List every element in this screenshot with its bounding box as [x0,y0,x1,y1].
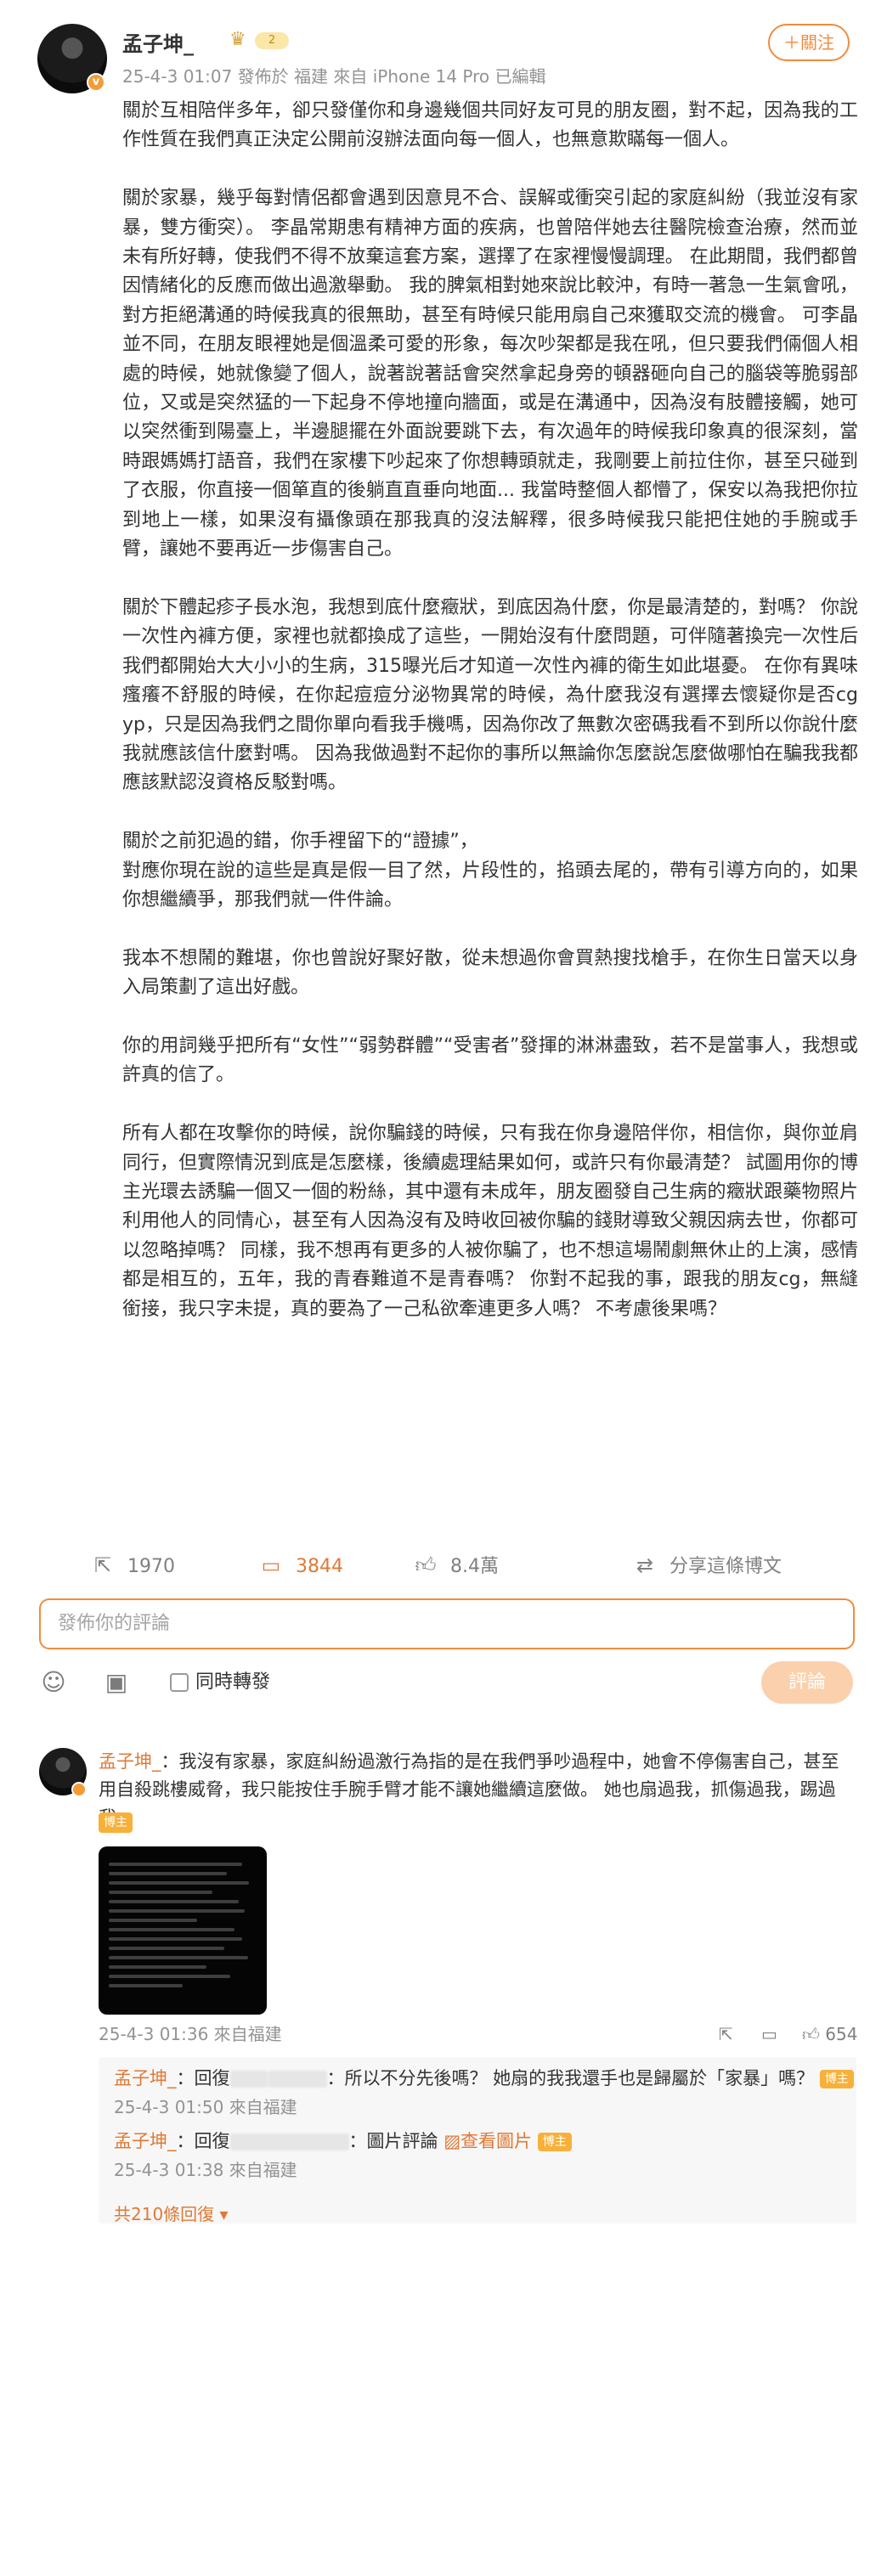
comment-button[interactable]: ▭ 3844 [258,1544,343,1587]
post-paragraph: 關於之前犯過的錯，你手裡留下的“證據”， 對應你現在說的這些是真是假一目了然，片… [122,831,858,910]
comment-like-button[interactable]: 👍︎ 654 [802,2021,857,2047]
level-badge: 2 [255,32,289,49]
comment-meta: 25-4-3 01:36 來自福建 [99,2024,282,2044]
reply-prefix: ：回復 [176,2131,230,2151]
reply-text: ：所以不分先後嗎？ 她扇的我我還手也是歸屬於「家暴」嗎？ [326,2068,815,2088]
repost-checkbox[interactable] [170,1673,189,1692]
comment-reply-icon[interactable]: ▭ [761,2021,777,2047]
post-meta: 25-4-3 01:07 發佈於 福建 來自 iPhone 14 Pro 已編輯 [122,66,546,87]
vip-crown-icon: ♛ [229,29,246,50]
post-header: v 孟子坤_ ♛ 2 25-4-3 01:07 發佈於 福建 來自 iPhone… [37,24,850,93]
comment-like-count: 654 [825,2024,858,2044]
repost-checkbox-label: 同時轉發 [195,1671,271,1693]
reply-item: 孟子坤_：回復 ：圖片評論 ▨查看圖片 博主 [114,2128,572,2154]
verified-badge-icon: v [87,73,105,92]
reply-text: ：圖片評論 [348,2131,438,2151]
composer-toolbar: ☺ ▣ 同時轉發 評論 [0,1654,870,1712]
action-bar: ⇱ 1970 ▭ 3844 👍︎ 8.4萬 ⇄ 分享這條博文 [0,1544,870,1587]
reply-meta: 25-4-3 01:38 來自福建 [114,2160,297,2180]
comment-image[interactable] [99,1846,267,2015]
repost-icon: ⇱ [93,1553,112,1577]
blurred-name [267,2071,327,2088]
view-image-label: 查看圖片 [460,2131,533,2151]
follow-button[interactable]: ＋關注 [768,24,850,61]
like-button[interactable]: 👍︎ 8.4萬 [413,1544,499,1587]
post-paragraph: 關於互相陪伴多年，卻只發僅你和身邊幾個共同好友可見的朋友圈，對不起，因為我的工作… [122,100,858,151]
submit-comment-button[interactable]: 評論 [761,1661,853,1704]
comment-repost-icon[interactable]: ⇱ [719,2021,733,2047]
author-tag: 博主 [99,1812,133,1833]
like-count: 8.4萬 [450,1556,499,1577]
like-icon: 👍︎ [415,1553,437,1577]
comment-input[interactable]: 發佈你的評論 [39,1598,855,1649]
blurred-name [229,2134,349,2150]
post-paragraph: 所有人都在攻擊你的時候，說你騙錢的時候，只有我在你身邊陪伴你，相信你，與你並肩同… [122,1123,858,1320]
post-paragraph: 關於下體起疹子長水泡，我想到底什麼癥狀，到底因為什麼，你是最清楚的，對嗎？ 你說… [122,596,858,794]
repost-button[interactable]: ⇱ 1970 [90,1544,175,1587]
reply-author-name[interactable]: 孟子坤_ [114,2068,177,2088]
comment-count: 3844 [296,1556,343,1577]
reply-item: 孟子坤_：回復 ：所以不分先後嗎？ 她扇的我我還手也是歸屬於「家暴」嗎？ 博主 [114,2066,854,2091]
image-icon[interactable]: ▣ [102,1668,131,1697]
post-paragraph: 你的用詞幾乎把所有“女性”“弱勢群體”“受害者”發揮的淋淋盡致，若不是當事人，我… [122,1034,858,1086]
reply-prefix: ：回復 [176,2068,230,2088]
like-icon: 👍︎ [802,2024,820,2044]
share-button[interactable]: ⇄ 分享這條博文 [632,1544,782,1587]
author-tag: 博主 [537,2133,572,2151]
repost-count: 1970 [127,1556,175,1577]
reply-author-name[interactable]: 孟子坤_ [114,2131,177,2151]
share-icon: ⇄ [636,1553,654,1577]
author-tag: 博主 [819,2070,854,2088]
blurred-name [229,2071,268,2088]
view-image-link[interactable]: ▨查看圖片 [443,2131,532,2151]
reply-list: 孟子坤_：回復 ：所以不分先後嗎？ 她扇的我我還手也是歸屬於「家暴」嗎？ 博主 2… [99,2057,856,2224]
reply-meta: 25-4-3 01:50 來自福建 [114,2097,297,2117]
author-name[interactable]: 孟子坤_ [122,27,194,57]
comment-icon: ▭ [261,1553,281,1577]
post-paragraph: 我本不想鬧的難堪，你也曾說好聚好散，從未想過你會買熱搜找槍手，在你生日當天以身入… [122,947,858,999]
share-label: 分享這條博文 [669,1556,782,1577]
emoji-icon[interactable]: ☺ [39,1668,68,1697]
comment-body: ：我沒有家暴，家庭糾紛過激行為指的是在我們爭吵過程中，她會不停傷害自己，甚至用自… [99,1751,839,1828]
more-replies-link[interactable]: 共210條回復 ▾ [114,2201,229,2227]
post-paragraph: 關於家暴，幾乎每對情侶都會遇到因意見不合、誤解或衝突引起的家庭糾紛（我並沒有家暴… [122,188,858,561]
post-body: 關於互相陪伴多年，卻只發僅你和身邊幾個共同好友可見的朋友圈，對不起，因為我的工作… [122,97,858,1353]
verified-badge-icon [71,1782,87,1797]
comment-text: 孟子坤_：我沒有家暴，家庭糾紛過激行為指的是在我們爭吵過程中，她會不停傷害自己，… [99,1748,856,1832]
comment-author-name[interactable]: 孟子坤_ [99,1751,161,1772]
